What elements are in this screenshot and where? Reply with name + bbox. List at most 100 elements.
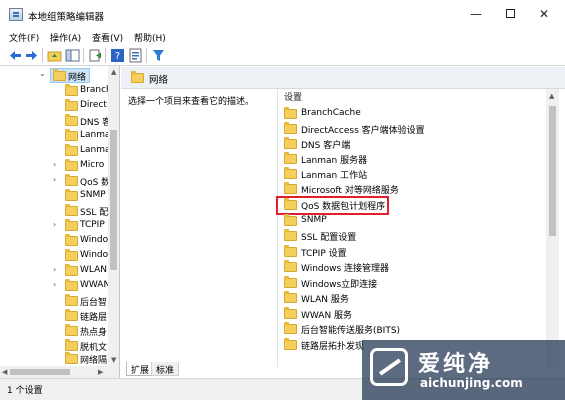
tree-item-label: QoS 数: [80, 178, 111, 188]
forward-arrow-icon[interactable]: [24, 48, 39, 63]
tree-item-label: Branch: [80, 85, 112, 95]
tree-item-label: 网络: [68, 73, 87, 83]
menu-view[interactable]: 查看(V): [92, 31, 123, 44]
chevron-right-icon[interactable]: ›: [53, 280, 56, 289]
tree-item-label: 网络隔: [80, 356, 108, 366]
list-item-label: 链路层拓扑发现: [301, 342, 365, 352]
folder-icon: [65, 352, 78, 364]
watermark-url: aichunjing.com: [420, 376, 523, 390]
properties-icon[interactable]: [128, 48, 143, 63]
chevron-right-icon[interactable]: ›: [53, 220, 56, 229]
folder-icon: [284, 167, 297, 179]
tree-item-label: Lanma: [80, 130, 111, 140]
back-arrow-icon[interactable]: [8, 48, 23, 63]
list-item-label: WLAN 服务: [301, 295, 349, 305]
folder-icon: [65, 219, 78, 231]
menu-file[interactable]: 文件(F): [9, 31, 39, 44]
folder-icon: [284, 229, 297, 241]
list-item-label: WWAN 服务: [301, 311, 353, 321]
maximize-button[interactable]: [493, 0, 527, 28]
tree-vertical-scrollbar[interactable]: ▲ ▼: [108, 66, 119, 378]
tree-item-label: WLAN: [80, 265, 108, 275]
tree-item-label: Micro: [80, 160, 105, 170]
scroll-up-icon[interactable]: ▲: [549, 92, 554, 100]
description-text: 选择一个项目来查看它的描述。: [128, 97, 255, 107]
folder-icon: [65, 129, 78, 141]
folder-icon: [65, 279, 78, 291]
folder-icon: [65, 264, 78, 276]
folder-icon: [65, 204, 78, 216]
menu-action[interactable]: 操作(A): [50, 31, 81, 44]
scroll-down-icon[interactable]: ▼: [111, 356, 116, 364]
list-item-label: Windows 连接管理器: [301, 264, 390, 274]
help-icon[interactable]: ?: [110, 48, 125, 63]
highlight-box: [276, 196, 389, 215]
tree-item-network[interactable]: ⌄ 网络: [39, 68, 90, 83]
minimize-button[interactable]: —: [459, 0, 493, 28]
folder-icon: [131, 71, 144, 83]
tab-standard[interactable]: 标准: [151, 362, 180, 376]
folder-icon: [284, 107, 297, 119]
scrollbar-thumb[interactable]: [110, 130, 117, 270]
tree-item-label: 热点身: [80, 328, 108, 338]
list-item-label: SSL 配置设置: [301, 233, 357, 243]
folder-icon: [65, 99, 78, 111]
folder-icon: [65, 189, 78, 201]
list-item-label: DirectAccess 客户端体验设置: [301, 126, 425, 136]
folder-icon: [65, 114, 78, 126]
chevron-right-icon[interactable]: ›: [53, 160, 56, 169]
folder-icon: [65, 339, 78, 351]
folder-up-icon[interactable]: [47, 48, 62, 63]
toolbar-separator: [105, 48, 106, 63]
list-item-label: Windows立即连接: [301, 280, 378, 290]
export-list-icon[interactable]: [88, 48, 103, 63]
chevron-right-icon[interactable]: ›: [53, 175, 56, 184]
chevron-down-icon[interactable]: ⌄: [39, 69, 46, 78]
tab-extended[interactable]: 扩展: [126, 362, 155, 376]
watermark: 爱纯净 aichunjing.com: [362, 340, 565, 400]
toolbar-separator: [83, 48, 84, 63]
folder-icon: [284, 137, 297, 149]
list-item-label: 后台智能传送服务(BITS): [301, 326, 401, 336]
folder-icon: [65, 234, 78, 246]
list-item-label: BranchCache: [301, 108, 361, 118]
show-hide-tree-icon[interactable]: [65, 48, 80, 63]
filter-icon[interactable]: [151, 48, 166, 63]
title-bar: 本地组策略编辑器 — ✕: [0, 0, 565, 30]
folder-icon: [65, 324, 78, 336]
folder-icon: [284, 291, 297, 303]
list-item-label: DNS 客户端: [301, 141, 351, 151]
status-text: 1 个设置: [7, 386, 43, 396]
list-vertical-scrollbar[interactable]: ▲: [546, 89, 559, 367]
scroll-up-icon[interactable]: ▲: [111, 68, 116, 76]
scrollbar-thumb[interactable]: [10, 369, 70, 375]
tree-item-label: SNMP: [80, 190, 106, 200]
toolbar: ?: [0, 45, 565, 66]
folder-icon: [65, 309, 78, 321]
folder-icon: [284, 245, 297, 257]
column-header-setting[interactable]: 设置: [284, 90, 302, 103]
menu-bar: 文件(F) 操作(A) 查看(V) 帮助(H): [0, 30, 565, 45]
column-divider[interactable]: [277, 89, 278, 367]
toolbar-separator: [146, 48, 147, 63]
tree-item-label: WWAN: [80, 280, 111, 290]
details-pane: 网络 选择一个项目来查看它的描述。 设置 BranchCache DirectA…: [121, 66, 565, 378]
watermark-brand: 爱纯净: [418, 352, 494, 377]
menu-help[interactable]: 帮助(H): [134, 31, 166, 44]
tree-item-label: 链路层: [80, 313, 108, 323]
close-button[interactable]: ✕: [527, 0, 561, 28]
svg-text:?: ?: [115, 51, 120, 62]
scrollbar-thumb[interactable]: [549, 106, 556, 236]
tree-item-label: Lanma: [80, 145, 111, 155]
tree-horizontal-scrollbar[interactable]: ◀ ▶: [0, 366, 108, 378]
details-header: 网络: [121, 67, 565, 89]
tree-item-label: DNS 客: [80, 118, 112, 128]
watermark-logo-icon: [370, 348, 408, 386]
folder-icon: [284, 152, 297, 164]
chevron-right-icon[interactable]: ›: [53, 265, 56, 274]
list-item-label: Lanman 工作站: [301, 171, 368, 181]
scroll-left-icon[interactable]: ◀: [2, 368, 7, 376]
folder-icon: [65, 144, 78, 156]
scroll-right-icon[interactable]: ▶: [98, 368, 103, 376]
list-item-label: SNMP: [301, 215, 327, 225]
